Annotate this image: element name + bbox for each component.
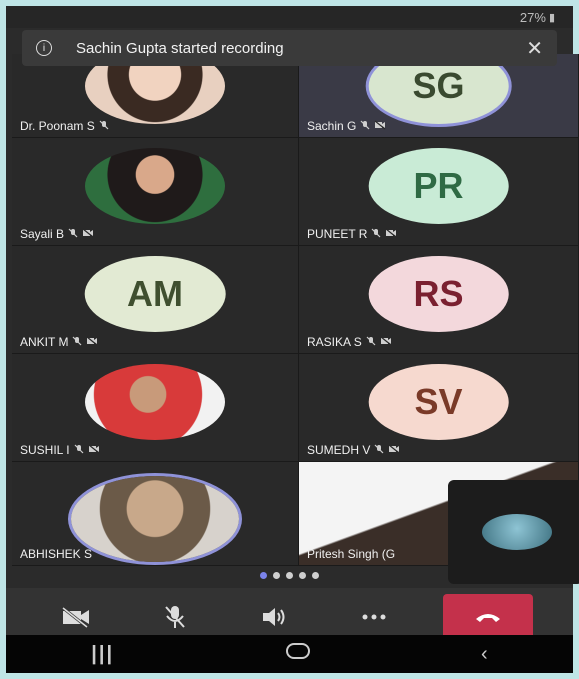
participant-name: SUSHIL I xyxy=(20,443,70,457)
mic-off-icon xyxy=(74,444,84,457)
status-bar: 27% ▮ xyxy=(6,6,573,28)
participant-tile[interactable]: RS RASIKA S xyxy=(299,246,579,354)
participant-name: Pritesh Singh (G xyxy=(307,547,396,561)
participant-avatar: RS xyxy=(368,256,509,332)
home-icon[interactable] xyxy=(285,642,311,666)
more-icon[interactable] xyxy=(344,595,404,639)
page-dot[interactable] xyxy=(312,572,319,579)
participant-name: ABHISHEK S xyxy=(20,547,93,561)
page-dot[interactable] xyxy=(286,572,293,579)
participant-tile[interactable]: SV SUMEDH V xyxy=(299,354,579,462)
participant-name: ANKIT M xyxy=(20,335,69,349)
video-off-icon xyxy=(88,444,100,457)
mic-off-icon xyxy=(374,444,384,457)
participant-name: Sachin G xyxy=(307,119,357,133)
participant-tile[interactable]: SG Sachin G xyxy=(299,54,579,138)
participant-name-row: Pritesh Singh (G xyxy=(307,547,395,561)
page-dot[interactable] xyxy=(299,572,306,579)
participant-photo xyxy=(71,476,239,562)
participant-name: PUNEET R xyxy=(307,227,368,241)
participant-name: Dr. Poonam S xyxy=(20,119,95,133)
page-dot[interactable] xyxy=(273,572,280,579)
self-avatar xyxy=(482,514,552,550)
participant-name-row: RASIKA S xyxy=(307,335,392,349)
participant-name-row: Sayali B xyxy=(20,227,94,241)
battery-level: 27% xyxy=(519,9,546,25)
end-call-button[interactable] xyxy=(443,594,534,640)
participant-photo xyxy=(85,364,225,440)
participant-avatar: AM xyxy=(84,256,226,332)
mic-off-icon[interactable] xyxy=(145,595,205,639)
participant-avatar: PR xyxy=(368,148,509,224)
page-dot[interactable] xyxy=(260,572,267,579)
android-nav-bar: ||| ‹ xyxy=(6,635,573,673)
participant-name: Sayali B xyxy=(20,227,65,241)
recent-apps-icon[interactable]: ||| xyxy=(91,643,114,666)
video-off-icon xyxy=(388,444,400,457)
camera-off-icon[interactable] xyxy=(46,595,106,639)
participant-tile[interactable]: SUSHIL I xyxy=(12,354,299,462)
video-off-icon xyxy=(86,336,98,349)
participant-name-row: Sachin G xyxy=(307,119,386,133)
mic-off-icon xyxy=(99,120,109,133)
mic-off-icon xyxy=(371,228,381,241)
participant-name: RASIKA S xyxy=(307,335,362,349)
participant-tile[interactable]: Dr. Poonam S xyxy=(12,54,299,138)
video-off-icon xyxy=(385,228,397,241)
mic-off-icon xyxy=(360,120,370,133)
participant-tile[interactable]: ABHISHEK S xyxy=(12,462,299,566)
speaker-icon[interactable] xyxy=(244,595,304,639)
mic-off-icon xyxy=(366,336,376,349)
video-off-icon xyxy=(82,228,94,241)
participant-tile[interactable]: Sayali B xyxy=(12,138,299,246)
close-icon[interactable]: ✕ xyxy=(526,36,543,61)
participant-name-row: ANKIT M xyxy=(20,335,98,349)
phone-screen: 27% ▮ i Sachin Gupta started recording ✕… xyxy=(0,0,579,679)
participant-name: SUMEDH V xyxy=(307,443,371,457)
video-off-icon xyxy=(380,336,392,349)
participant-name-row: SUMEDH V xyxy=(307,443,400,457)
participant-tile[interactable]: PR PUNEET R xyxy=(299,138,579,246)
participant-avatar: SV xyxy=(368,364,509,440)
participant-name-row: Dr. Poonam S xyxy=(20,119,109,133)
self-view[interactable] xyxy=(448,480,579,584)
mic-off-icon xyxy=(68,228,78,241)
participant-name-row: ABHISHEK S xyxy=(20,547,92,561)
battery-icon: ▮ xyxy=(548,11,555,24)
mic-off-icon xyxy=(72,336,82,349)
end-call-icon xyxy=(476,614,501,622)
info-icon: i xyxy=(36,40,52,56)
participant-tile[interactable]: AM ANKIT M xyxy=(12,246,299,354)
participant-photo xyxy=(85,148,225,224)
recording-banner: i Sachin Gupta started recording ✕ xyxy=(22,30,557,66)
participant-name-row: PUNEET R xyxy=(307,227,397,241)
back-icon[interactable]: ‹ xyxy=(481,643,488,666)
participant-name-row: SUSHIL I xyxy=(20,443,100,457)
video-off-icon xyxy=(374,120,386,133)
banner-message: Sachin Gupta started recording xyxy=(76,39,284,57)
